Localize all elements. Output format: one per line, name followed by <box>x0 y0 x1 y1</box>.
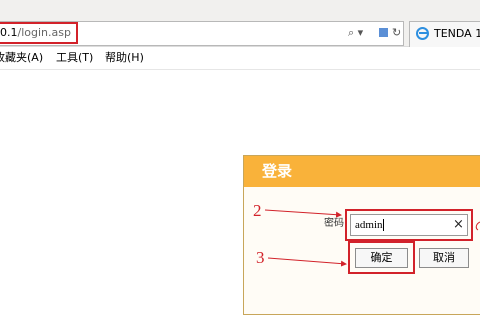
step-3-arrow <box>267 257 347 267</box>
step-1-arrow-partial <box>475 221 480 231</box>
step-2-arrow <box>264 209 342 218</box>
annotation-arrows <box>264 209 480 267</box>
